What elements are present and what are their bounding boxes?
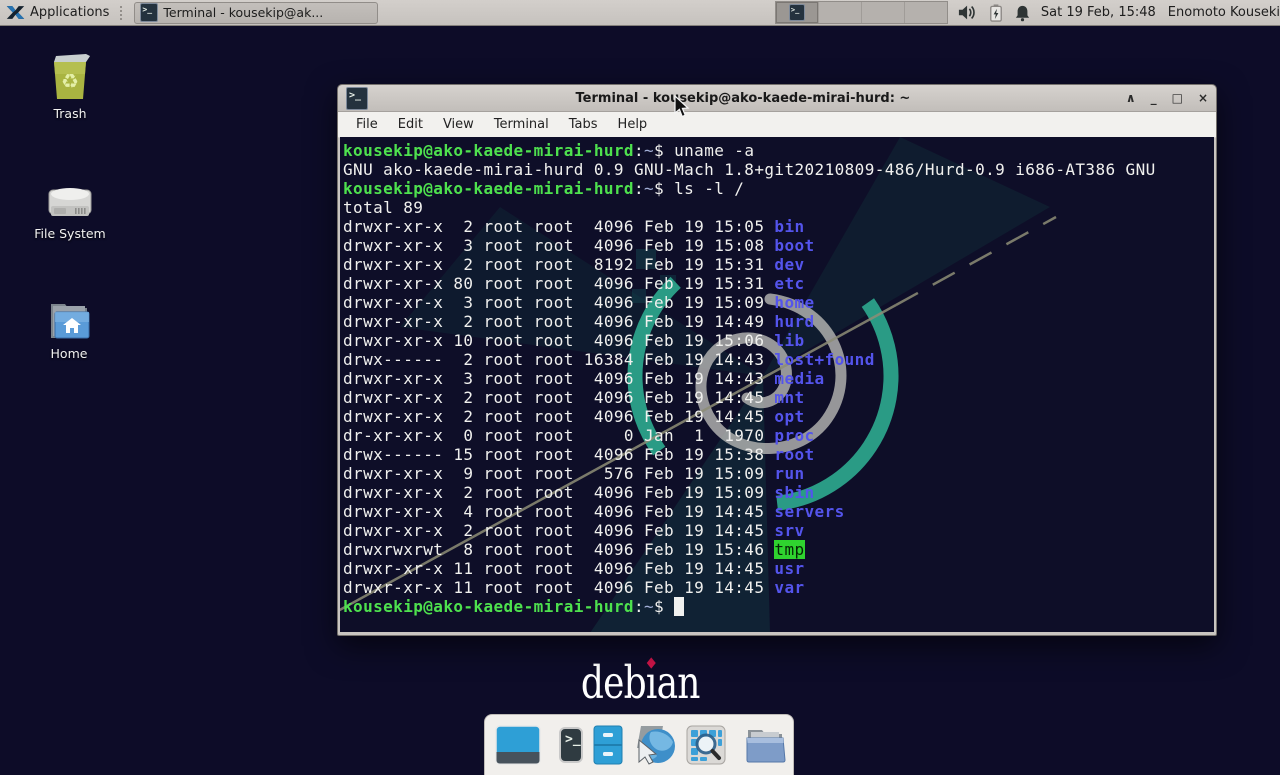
terminal-line: drwxr-xr-x 3 root root 4096 Feb 19 15:08…: [343, 236, 1156, 255]
terminal-line: drwxr-xr-x 80 root root 4096 Feb 19 15:3…: [343, 274, 1156, 293]
desktop-icon: [495, 725, 541, 765]
volume-icon[interactable]: [958, 4, 978, 21]
terminal-line: drwxr-xr-x 2 root root 4096 Feb 19 14:45…: [343, 407, 1156, 426]
dock-item-web-browser[interactable]: [633, 724, 677, 766]
terminal-line: drwxr-xr-x 11 root root 4096 Feb 19 14:4…: [343, 578, 1156, 597]
file-cabinet-icon: [592, 725, 624, 765]
dock-item-folder[interactable]: [744, 726, 786, 764]
shade-button[interactable]: ∧: [1126, 92, 1136, 104]
workspace-4[interactable]: [905, 2, 947, 23]
terminal-line: drwxr-xr-x 4 root root 4096 Feb 19 14:45…: [343, 502, 1156, 521]
dock-item-terminal[interactable]: >_: [559, 727, 583, 763]
menu-tabs[interactable]: Tabs: [559, 114, 608, 135]
terminal-line: drwxr-xr-x 10 root root 4096 Feb 19 15:0…: [343, 331, 1156, 350]
terminal-icon: [789, 4, 805, 21]
window-title: Terminal - kousekip@ako-kaede-mirai-hurd…: [368, 91, 1118, 106]
terminal-line: drwxr-xr-x 3 root root 4096 Feb 19 14:43…: [343, 369, 1156, 388]
terminal-screen[interactable]: kousekip@ako-kaede-mirai-hurd:~$ uname -…: [340, 137, 1214, 632]
panel-grip: [119, 5, 124, 21]
terminal-line: GNU ako-kaede-mirai-hurd 0.9 GNU-Mach 1.…: [343, 160, 1156, 179]
terminal-line: kousekip@ako-kaede-mirai-hurd:~$: [343, 597, 1156, 616]
xfce-logo-icon: [6, 3, 25, 22]
terminal-line: drwxrwxrwt 8 root root 4096 Feb 19 15:46…: [343, 540, 1156, 559]
terminal-line: drwxr-xr-x 2 root root 8192 Feb 19 15:31…: [343, 255, 1156, 274]
taskbar-window-label: Terminal - kousekip@ak...: [163, 5, 323, 20]
terminal-line: drwxr-xr-x 11 root root 4096 Feb 19 14:4…: [343, 559, 1156, 578]
desktop-icon-home[interactable]: Home: [21, 292, 117, 361]
terminal-line: drwxr-xr-x 3 root root 4096 Feb 19 15:09…: [343, 293, 1156, 312]
hard-drive-icon: [45, 180, 95, 222]
desktop-icon-label: Trash: [22, 106, 118, 121]
panel-clock[interactable]: Sat 19 Feb, 15:48: [1041, 5, 1156, 20]
taskbar-window-button[interactable]: Terminal - kousekip@ak...: [134, 2, 378, 24]
terminal-line: drwxr-xr-x 2 root root 4096 Feb 19 14:45…: [343, 521, 1156, 540]
menu-help[interactable]: Help: [608, 114, 658, 135]
desktop-icon-file-system[interactable]: File System: [22, 172, 118, 241]
titlebar[interactable]: Terminal - kousekip@ako-kaede-mirai-hurd…: [338, 85, 1216, 112]
trash-icon: ♻: [46, 52, 94, 102]
menu-edit[interactable]: Edit: [388, 114, 433, 135]
svg-text:♻: ♻: [61, 69, 79, 93]
close-button[interactable]: ×: [1198, 92, 1208, 104]
dock-item-desktop[interactable]: [495, 725, 541, 765]
terminal-line: drwxr-xr-x 9 root root 576 Feb 19 15:09 …: [343, 464, 1156, 483]
maximize-button[interactable]: □: [1172, 92, 1183, 104]
terminal-line: drwx------ 2 root root 16384 Feb 19 14:4…: [343, 350, 1156, 369]
terminal-line: drwxr-xr-x 2 root root 4096 Feb 19 14:49…: [343, 312, 1156, 331]
terminal-line: kousekip@ako-kaede-mirai-hurd:~$ uname -…: [343, 141, 1156, 160]
desktop-icon-trash[interactable]: ♻ Trash: [22, 52, 118, 121]
menu-view[interactable]: View: [433, 114, 484, 135]
desktop-icon-label: Home: [21, 346, 117, 361]
app-finder-icon: [686, 725, 726, 765]
home-folder-icon: [45, 298, 93, 342]
workspace-3[interactable]: [862, 2, 905, 23]
workspace-2[interactable]: [819, 2, 862, 23]
workspace-1[interactable]: [776, 2, 819, 23]
debian-wordmark: debıan: [0, 656, 1280, 709]
terminal-line: drwx------ 15 root root 4096 Feb 19 15:3…: [343, 445, 1156, 464]
dock-item-application-finder[interactable]: [686, 725, 726, 765]
terminal-icon: [346, 87, 368, 110]
dock: >_: [484, 714, 794, 775]
menubar: File Edit View Terminal Tabs Help: [338, 112, 1216, 138]
applications-label: Applications: [30, 5, 109, 20]
mouse-cursor: [674, 95, 692, 119]
terminal-line: kousekip@ako-kaede-mirai-hurd:~$ ls -l /: [343, 179, 1156, 198]
desktop-icon-label: File System: [22, 226, 118, 241]
terminal-output: kousekip@ako-kaede-mirai-hurd:~$ uname -…: [343, 141, 1156, 616]
terminal-line: drwxr-xr-x 2 root root 4096 Feb 19 15:09…: [343, 483, 1156, 502]
terminal-line: total 89: [343, 198, 1156, 217]
terminal-icon: [140, 3, 158, 22]
applications-menu-button[interactable]: Applications: [0, 0, 115, 25]
terminal-line: drwxr-xr-x 2 root root 4096 Feb 19 15:05…: [343, 217, 1156, 236]
terminal-window: Terminal - kousekip@ako-kaede-mirai-hurd…: [337, 84, 1217, 636]
folder-icon: [744, 726, 786, 764]
top-panel: Applications Terminal - kousekip@ak... S…: [0, 0, 1280, 26]
terminal-line: dr-xr-xr-x 0 root root 0 Jan 1 1970 proc: [343, 426, 1156, 445]
menu-file[interactable]: File: [346, 114, 388, 135]
minimize-button[interactable]: _: [1151, 92, 1157, 104]
system-tray: [958, 4, 1031, 22]
menu-terminal[interactable]: Terminal: [484, 114, 559, 135]
notifications-bell-icon[interactable]: [1014, 4, 1031, 22]
dock-item-file-manager[interactable]: [592, 725, 624, 765]
workspace-pager: [775, 1, 948, 24]
panel-username[interactable]: Enomoto Kouseki: [1168, 5, 1280, 20]
web-browser-globe-icon: [633, 724, 677, 766]
terminal-line: drwxr-xr-x 2 root root 4096 Feb 19 14:45…: [343, 388, 1156, 407]
battery-icon[interactable]: [989, 4, 1003, 22]
